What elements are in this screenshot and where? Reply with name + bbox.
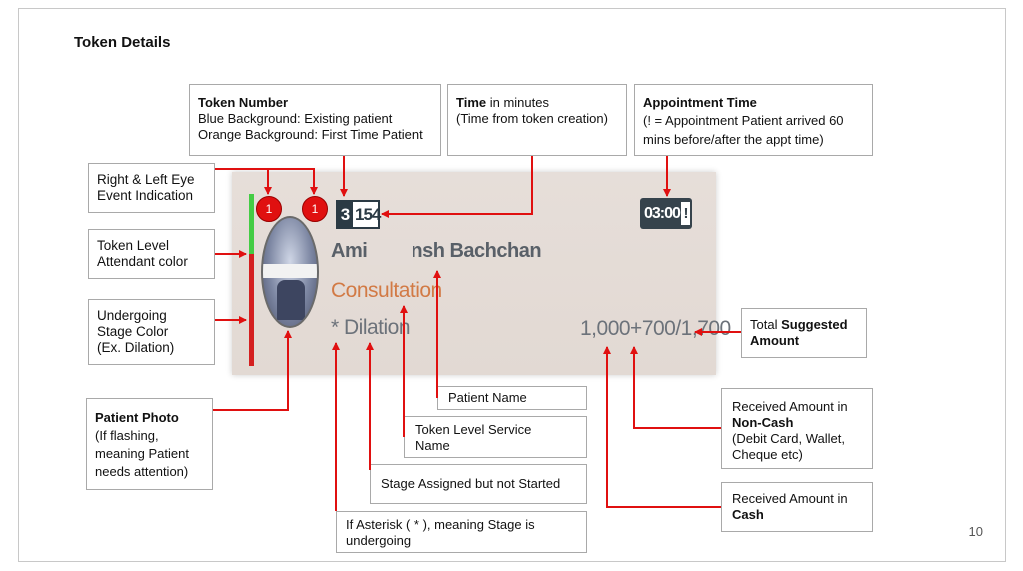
- arrow-time: [381, 156, 533, 218]
- arrow-eye-left: [268, 168, 318, 195]
- arrow-noncash: [630, 346, 721, 429]
- arrow-eye-right: [215, 168, 272, 195]
- arrow-photo: [213, 330, 292, 411]
- connector-arrows: [213, 156, 741, 511]
